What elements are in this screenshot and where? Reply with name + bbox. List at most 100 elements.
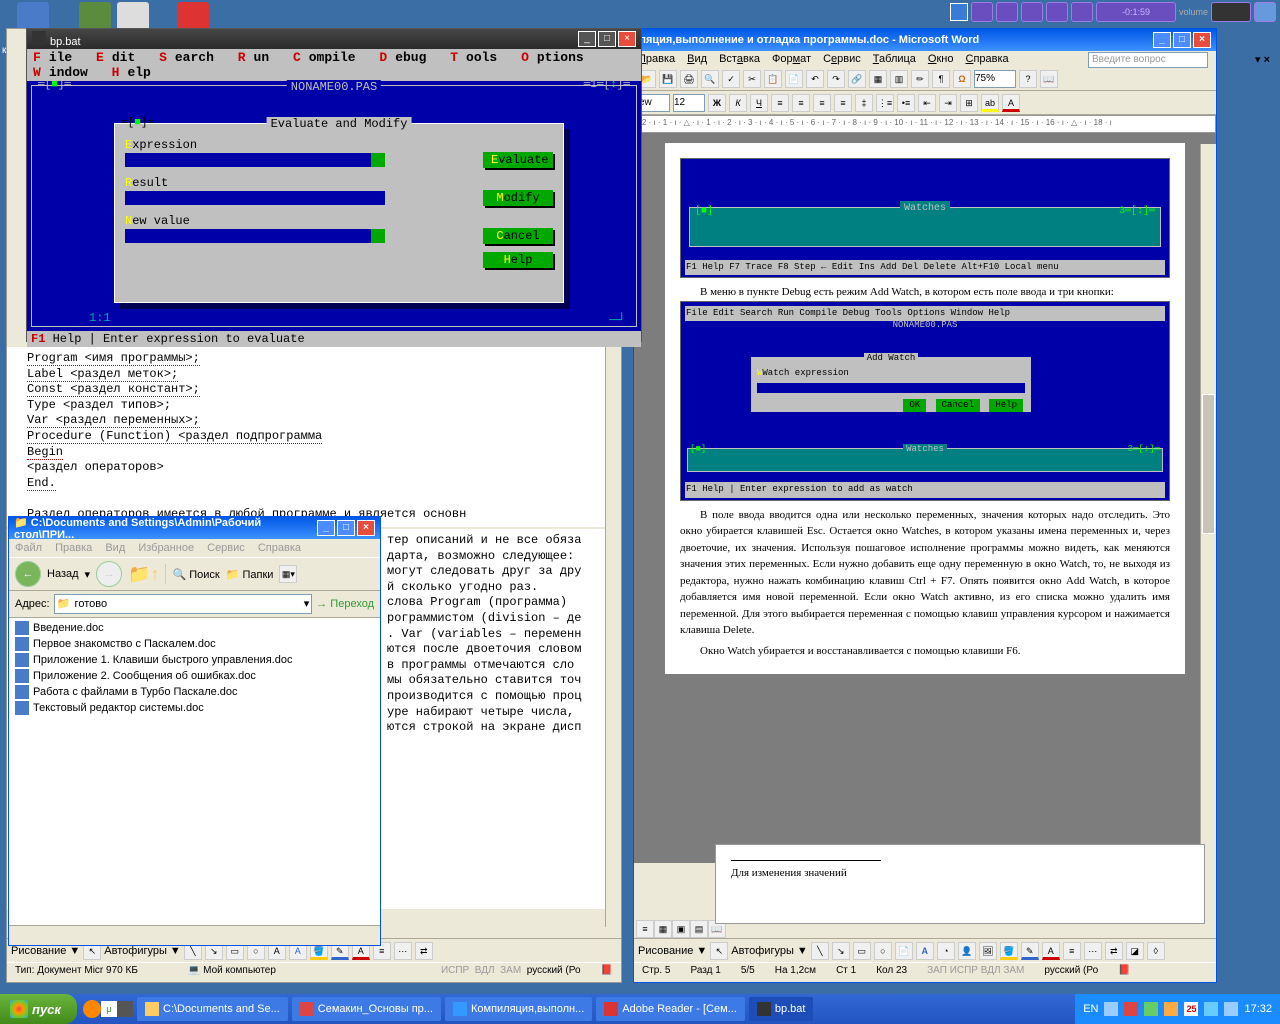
menu-help[interactable]: Справка [966,53,1009,65]
bold-icon[interactable]: Ж [708,94,726,112]
media-stop[interactable] [1046,2,1068,22]
minimize-button[interactable]: _ [578,31,596,47]
book-icon[interactable]: 📕 [601,965,613,980]
tp-menu-search[interactable]: Search [159,50,222,65]
close-button[interactable]: × [1193,32,1211,48]
tray-icon[interactable] [1164,1002,1178,1016]
tray-icon[interactable] [1104,1002,1118,1016]
maximize-button[interactable]: □ [337,520,355,536]
menu-edit[interactable]: Правка [55,542,92,554]
autoshapes-menu[interactable]: Автофигуры [104,945,167,957]
tp-editor[interactable]: ═[■]═ NONAME00.PAS ═1═[↕]═ ─┘ ═[■]═ Eval… [27,81,641,331]
expression-input[interactable] [125,153,385,167]
close-button[interactable]: × [618,31,636,47]
dash-style-icon[interactable]: ⋯ [394,942,412,960]
menu-tools[interactable]: Сервис [207,542,245,554]
tp-menu-edit[interactable]: Edit [96,50,143,65]
start-button[interactable]: пуск [0,994,77,1024]
taskbar[interactable]: пуск μ C:\Documents and Se... Семакин_Ос… [0,994,1280,1024]
justify-icon[interactable]: ≡ [834,94,852,112]
word-menubar[interactable]: Правка Вид Вставка Формат Сервис Таблица… [634,51,1216,67]
list-item[interactable]: Текстовый редактор системы.doc [11,700,378,716]
rect-icon[interactable]: ▭ [853,942,871,960]
question-input[interactable]: Введите вопрос [1088,52,1208,68]
clipart-icon[interactable]: 👤 [958,942,976,960]
para-icon[interactable]: ¶ [932,70,950,88]
menu-view[interactable]: Вид [105,542,125,554]
media-pause[interactable] [1021,2,1043,22]
explorer-titlebar[interactable]: 📁 C:\Documents and Settings\Admin\Рабочи… [9,517,380,539]
align-center-icon[interactable]: ≡ [792,94,810,112]
word-toolbar-1[interactable]: 📂 💾 🖨 🔍 ✓ ✂ 📋 📄 ↶ ↷ 🔗 ▦ ▥ ✏ ¶ Ω ? 📖 [634,67,1216,91]
border-icon[interactable]: ⊞ [960,94,978,112]
lang-indicator[interactable]: EN [1083,1003,1098,1015]
folders-button[interactable]: 📁 Папки [226,568,274,581]
ql-utorrent-icon[interactable]: μ [101,1001,117,1017]
media-play[interactable] [996,2,1018,22]
up-button[interactable]: 📁↑ [128,564,159,585]
close-button[interactable]: × [357,520,375,536]
menu-insert[interactable]: Вставка [719,53,760,65]
tray-icon[interactable] [1144,1002,1158,1016]
volume-icon[interactable] [1224,1002,1238,1016]
help-icon[interactable]: ? [1019,70,1037,88]
menu-file[interactable]: Файл [15,542,42,554]
menu-favorites[interactable]: Избранное [138,542,194,554]
document-area[interactable]: [■] Watches 3═[↕]═ F1 Help F7 Trace F8 S… [634,133,1216,863]
search-button[interactable]: 🔍 Поиск [172,568,219,581]
word-titlebar[interactable]: ляция,выполнение и отладка программы.doc… [634,29,1216,51]
fill-color-icon[interactable]: 🪣 [1000,942,1018,960]
evaluate-button[interactable]: Evaluate [483,152,553,168]
taskbar-item[interactable]: Компиляция,выполн... [445,997,592,1021]
views-button[interactable]: ▦▾ [279,565,297,583]
taskbar-item[interactable]: Adobe Reader - [Сем... [596,997,745,1021]
arrow-style-icon[interactable]: ⇄ [1105,942,1123,960]
ql-firefox-icon[interactable] [83,1000,101,1018]
linespace-icon[interactable]: ‡ [855,94,873,112]
file-list[interactable]: Введение.doc Первое знакомство с Паскале… [9,618,380,718]
diagram-icon[interactable]: ◔ [937,942,955,960]
taskbar-item[interactable]: Семакин_Основы пр... [292,997,441,1021]
menu-help[interactable]: Справка [258,542,301,554]
arrow-style-icon[interactable]: ⇄ [415,942,433,960]
tray-icon[interactable] [1124,1002,1138,1016]
ruler[interactable]: · 2 · ı · 1 · ı · △ · ı · 1 · ı · 2 · ı … [634,115,1216,133]
font-color-icon[interactable]: A [1042,942,1060,960]
autoshapes-menu[interactable]: Автофигуры [731,945,794,957]
preview-icon[interactable]: 🔍 [701,70,719,88]
dash-style-icon[interactable]: ⋯ [1084,942,1102,960]
cut-icon[interactable]: ✂ [743,70,761,88]
wordart-icon[interactable]: A [916,942,934,960]
view-buttons[interactable]: ≡▦▣▤📖 [636,920,726,938]
taskbar-item-active[interactable]: bp.bat [749,997,814,1021]
tp-titlebar[interactable]: bp.bat _ □ × [27,29,641,49]
oval-icon[interactable]: ○ [874,942,892,960]
indent-icon[interactable]: ⇥ [939,94,957,112]
minimize-button[interactable]: _ [1153,32,1171,48]
tp-menu-run[interactable]: Run [238,50,277,65]
copy-icon[interactable]: 📋 [764,70,782,88]
help-button[interactable]: Help [483,252,553,268]
numlist-icon[interactable]: ⋮≡ [876,94,894,112]
align-left-icon[interactable]: ≡ [771,94,789,112]
explorer-menubar[interactable]: Файл Правка Вид Избранное Сервис Справка [9,539,380,557]
align-right-icon[interactable]: ≡ [813,94,831,112]
zoom-select[interactable] [974,70,1016,88]
line-color-icon[interactable]: ✎ [1021,942,1039,960]
volume-slider[interactable] [1211,2,1251,22]
book-icon[interactable]: 📕 [1118,965,1130,980]
tp-menu-help[interactable]: Help [112,65,159,80]
word-icon[interactable] [950,3,968,21]
maximize-button[interactable]: □ [598,31,616,47]
style-select[interactable] [638,94,670,112]
arrow-icon[interactable]: ↘ [832,942,850,960]
outdent-icon[interactable]: ⇤ [918,94,936,112]
go-button[interactable]: → Переход [316,598,374,610]
spell-icon[interactable]: ✓ [722,70,740,88]
save-icon[interactable]: 💾 [659,70,677,88]
menu-table[interactable]: Таблица [873,53,916,65]
list-item[interactable]: Приложение 2. Сообщения об ошибках.doc [11,668,378,684]
scrollbar-thumb[interactable] [1202,394,1215,534]
3d-icon[interactable]: ◊ [1147,942,1165,960]
list-item[interactable]: Приложение 1. Клавиши быстрого управлени… [11,652,378,668]
